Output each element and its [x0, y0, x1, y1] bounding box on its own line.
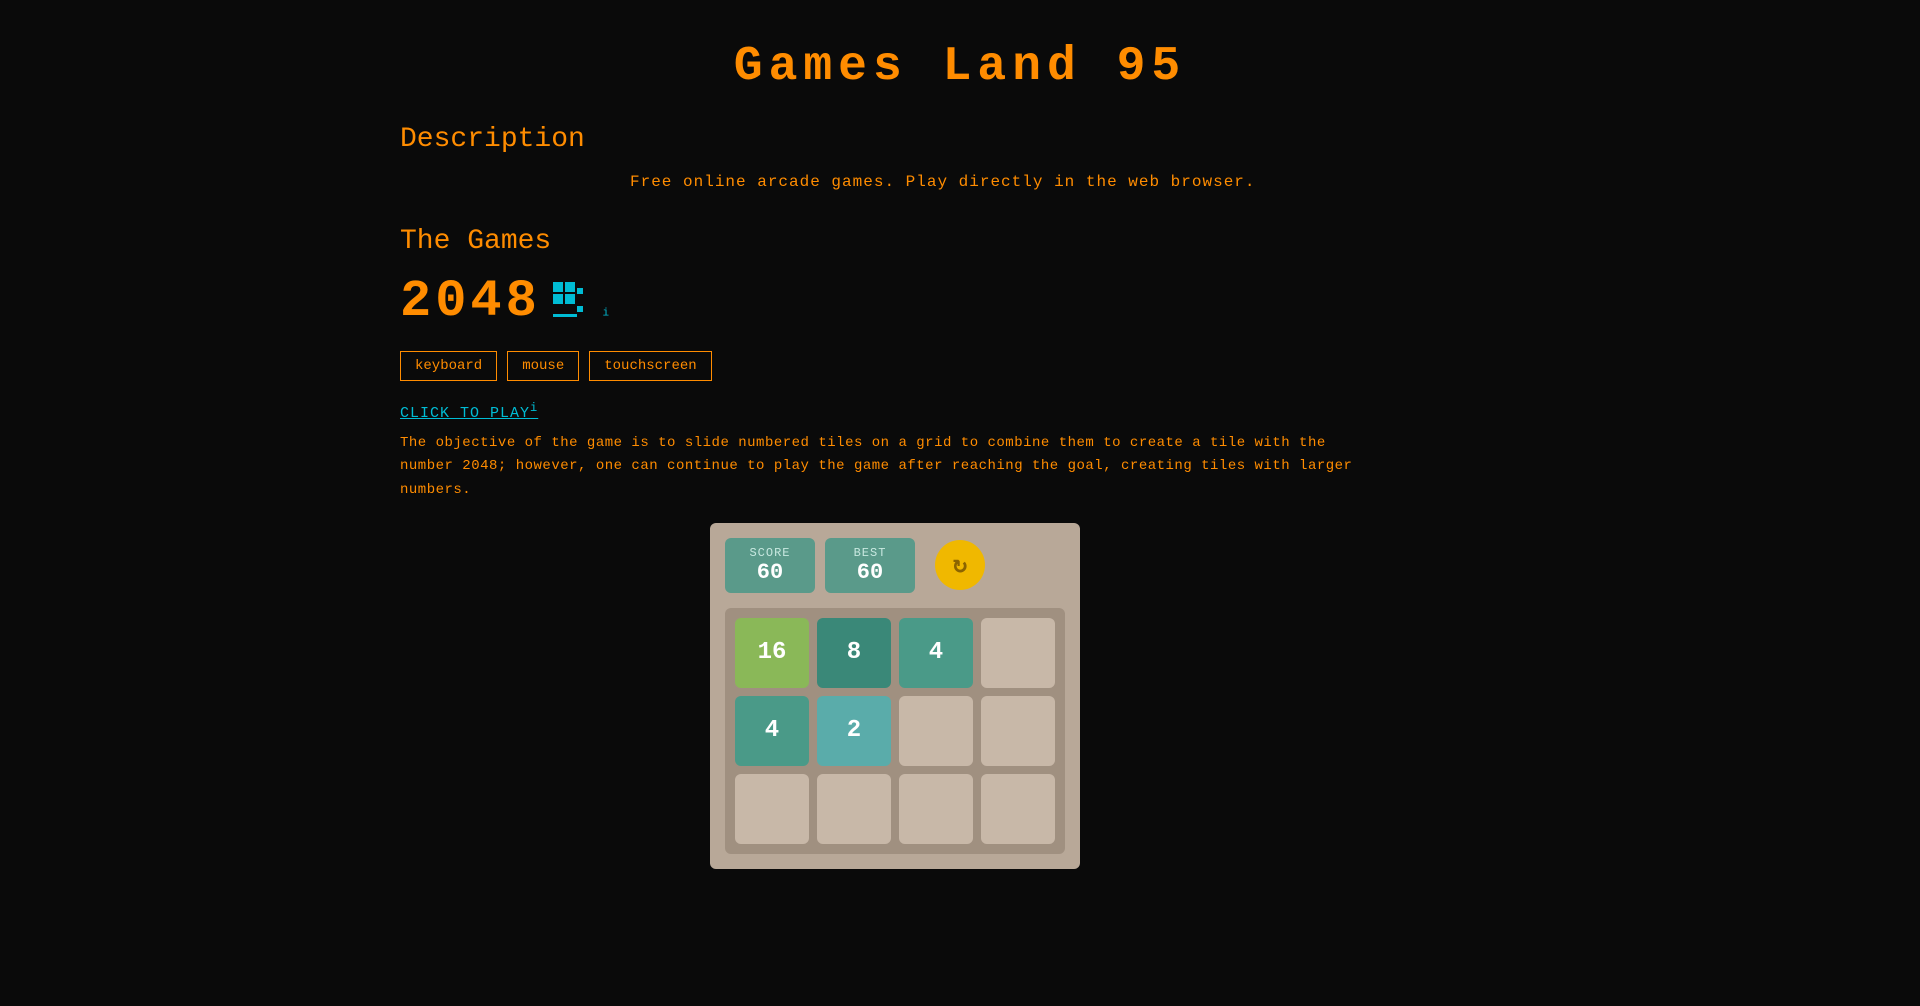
score-row: SCORE 60 BEST 60 ↻ — [725, 538, 1065, 593]
tile-2: 2 — [817, 696, 891, 766]
game-title-row: 2048 i — [400, 272, 1520, 331]
pixel-icon-svg — [551, 280, 593, 322]
tile-4-r2: 4 — [735, 696, 809, 766]
game-description: The objective of the game is to slide nu… — [400, 432, 1370, 503]
description-heading: Description — [400, 124, 1520, 155]
control-tags: keyboard mouse touchscreen — [400, 351, 1520, 381]
games-heading: The Games — [400, 226, 1520, 257]
tile-empty-r2c4 — [981, 696, 1055, 766]
score-value: 60 — [745, 560, 795, 585]
control-mouse[interactable]: mouse — [507, 351, 579, 381]
best-box: BEST 60 — [825, 538, 915, 593]
superscript-icon: i — [530, 401, 538, 415]
score-label: SCORE — [745, 546, 795, 560]
best-value: 60 — [845, 560, 895, 585]
game-grid: 16 8 4 4 2 — [725, 608, 1065, 854]
tile-16: 16 — [735, 618, 809, 688]
control-touchscreen[interactable]: touchscreen — [589, 351, 711, 381]
score-box: SCORE 60 — [725, 538, 815, 593]
refresh-icon: ↻ — [953, 550, 967, 580]
tile-empty-r1c4 — [981, 618, 1055, 688]
game-title: 2048 — [400, 272, 541, 331]
tile-empty-r3c4 — [981, 774, 1055, 844]
tile-4-r1: 4 — [899, 618, 973, 688]
best-label: BEST — [845, 546, 895, 560]
tile-8: 8 — [817, 618, 891, 688]
site-title: Games Land 95 — [400, 20, 1520, 124]
tile-empty-r3c1 — [735, 774, 809, 844]
game-preview: SCORE 60 BEST 60 ↻ 16 8 4 4 2 — [710, 523, 1080, 869]
tile-empty-r3c3 — [899, 774, 973, 844]
tile-empty-r2c3 — [899, 696, 973, 766]
game-pixel-icon: i — [551, 280, 609, 327]
control-keyboard[interactable]: keyboard — [400, 351, 497, 381]
refresh-button[interactable]: ↻ — [935, 540, 985, 590]
tile-empty-r3c2 — [817, 774, 891, 844]
description-section: Description Free online arcade games. Pl… — [400, 124, 1520, 196]
click-to-play-link[interactable]: CLICK TO PLAYi — [400, 401, 538, 422]
description-body: Free online arcade games. Play directly … — [630, 170, 1520, 196]
games-section: The Games 2048 i keyboard — [400, 226, 1520, 869]
